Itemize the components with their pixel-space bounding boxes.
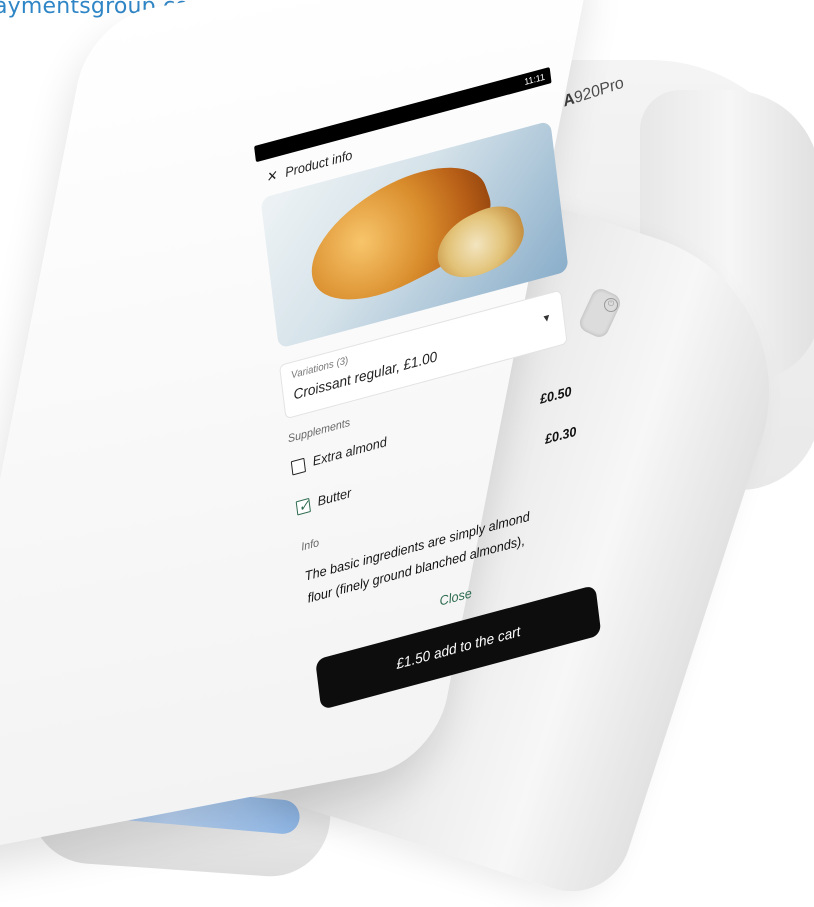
info-label: Info xyxy=(300,536,320,554)
supplement-price: £0.30 xyxy=(543,423,578,447)
supplement-name: Extra almond xyxy=(311,433,388,469)
butter-checkbox[interactable]: ✓ xyxy=(295,495,311,516)
device-screen: 11:11 ✕ Product info Variations (3) Croi… xyxy=(80,0,661,751)
close-button[interactable]: Close xyxy=(439,585,473,609)
checkmark-icon: ✓ xyxy=(297,495,311,516)
close-icon[interactable]: ✕ xyxy=(265,167,278,186)
extra-almond-checkbox[interactable] xyxy=(290,457,307,476)
status-time: 11:11 xyxy=(523,71,546,88)
chevron-down-icon: ▼ xyxy=(541,312,553,326)
supplement-price: £0.50 xyxy=(539,383,573,407)
supplement-name: Butter xyxy=(316,484,353,509)
